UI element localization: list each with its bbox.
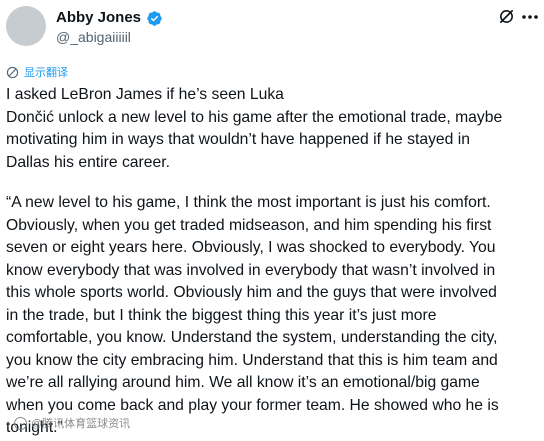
author-name-row: Abby Jones xyxy=(56,9,163,27)
author-display-name[interactable]: Abby Jones xyxy=(56,9,141,27)
author-handle[interactable]: @_abigaiiiiil xyxy=(56,29,131,46)
post-paragraph-2: “A new level to his game, I think the mo… xyxy=(6,194,499,436)
show-translation-link[interactable]: 显示翻译 xyxy=(6,66,68,79)
post-paragraph-1: I asked LeBron James if he’s seen Luka D… xyxy=(6,86,503,171)
watermark-logo-icon xyxy=(14,416,27,430)
watermark-text: @腾讯体育篮球资讯 xyxy=(31,418,131,430)
show-translation-label: 显示翻译 xyxy=(24,66,68,79)
translate-icon xyxy=(6,66,19,79)
avatar[interactable] xyxy=(6,6,46,46)
verified-badge-icon xyxy=(146,10,163,27)
watermark: @腾讯体育篮球资讯 xyxy=(14,415,130,431)
more-icon[interactable] xyxy=(520,9,540,25)
grok-icon[interactable] xyxy=(498,8,515,25)
